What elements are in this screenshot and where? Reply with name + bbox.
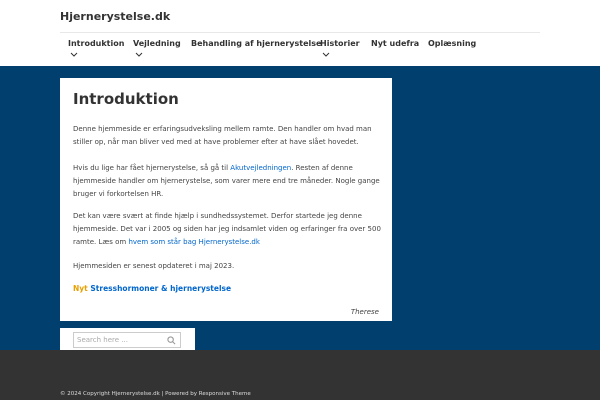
content-card: Introduktion Denne hjemmeside er erfarin…: [60, 78, 392, 321]
intro-text: Denne hjemmeside er erfaringsudveksling …: [73, 125, 372, 146]
nav-item-historier[interactable]: Historier: [320, 39, 360, 61]
nav-item-label: Oplæsning: [428, 39, 477, 48]
search-input[interactable]: [74, 333, 164, 347]
nav-item-introduktion[interactable]: Introduktion: [68, 39, 124, 61]
main-area: Introduktion Denne hjemmeside er erfarin…: [0, 66, 600, 362]
nav-item-label: Introduktion: [68, 39, 125, 48]
news-line: Nyt Stresshormoner & hjernerystelse: [73, 284, 231, 293]
updated-text: Hjemmesiden er senest opdateret i maj 20…: [73, 262, 235, 270]
chevron-down-icon: [70, 52, 78, 57]
acute-guide-link[interactable]: Akutvejledningen: [230, 164, 291, 172]
page-title: Introduktion: [73, 90, 179, 108]
search-icon[interactable]: [167, 336, 176, 345]
site-title[interactable]: Hjernerystelse.dk: [60, 10, 170, 23]
intro-paragraph: Denne hjemmeside er erfaringsudveksling …: [73, 123, 385, 149]
signature: Therese: [350, 308, 379, 316]
site-footer: © 2024 Copyright Hjernerystelse.dk | Pow…: [0, 350, 600, 400]
nav-item-behandling[interactable]: Behandling af hjernerystelse: [191, 39, 321, 61]
nav-item-nyt-udefra[interactable]: Nyt udefra: [371, 39, 419, 61]
acute-paragraph: Hvis du lige har fået hjernerystelse, så…: [73, 162, 385, 201]
chevron-down-icon: [135, 52, 143, 57]
footer-copyright: © 2024 Copyright Hjernerystelse.dk | Pow…: [60, 391, 251, 397]
nav-item-label: Behandling af hjernerystelse: [191, 39, 322, 48]
about-paragraph: Det kan være svært at finde hjælp i sund…: [73, 210, 385, 249]
chevron-down-icon: [322, 52, 330, 57]
about-link[interactable]: hvem som står bag Hjernerystelse.dk: [128, 238, 259, 246]
main-nav: Introduktion Vejledning Behandling af hj…: [60, 32, 540, 66]
news-link[interactable]: Stresshormoner & hjernerystelse: [90, 284, 231, 293]
nav-item-oplaesning[interactable]: Oplæsning: [428, 39, 476, 61]
nav-item-label: Nyt udefra: [371, 39, 420, 48]
search-box: [73, 332, 181, 348]
site-header: Hjernerystelse.dk Introduktion Vejlednin…: [0, 0, 600, 66]
updated-paragraph: Hjemmesiden er senest opdateret i maj 20…: [73, 260, 385, 273]
acute-text-pre: Hvis du lige har fået hjernerystelse, så…: [73, 164, 231, 172]
nav-item-vejledning[interactable]: Vejledning: [133, 39, 181, 61]
news-tag: Nyt: [73, 284, 88, 293]
nav-item-label: Historier: [320, 39, 360, 48]
nav-item-label: Vejledning: [133, 39, 181, 48]
